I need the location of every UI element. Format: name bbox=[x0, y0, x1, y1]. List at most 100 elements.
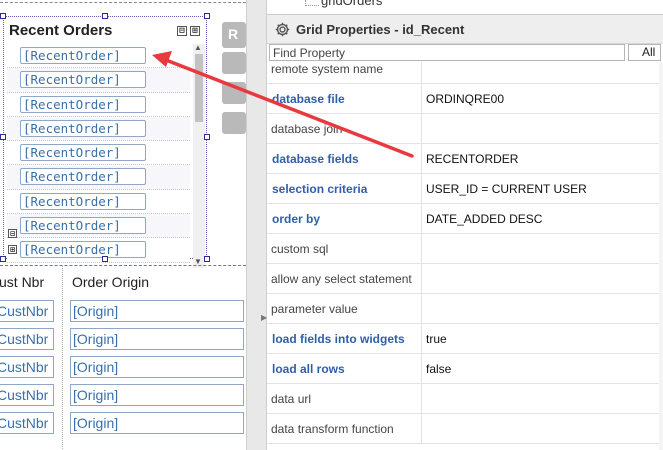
cust-nbr-field[interactable]: CustNbr bbox=[0, 356, 54, 378]
properties-panel: gridOrders Grid Properties - id_Recent A… bbox=[267, 0, 663, 450]
grid-row[interactable]: [RecentOrder] bbox=[7, 92, 190, 117]
resize-handle[interactable] bbox=[204, 256, 210, 262]
property-name: data url bbox=[267, 384, 422, 414]
property-row[interactable]: custom sql bbox=[267, 234, 659, 264]
property-row[interactable]: parameter value bbox=[267, 294, 659, 324]
origin-field[interactable]: [Origin] bbox=[70, 300, 244, 322]
property-row[interactable]: database join bbox=[267, 114, 659, 144]
gear-icon bbox=[275, 22, 290, 37]
property-row[interactable]: data transform function bbox=[267, 414, 659, 444]
cust-nbr-field[interactable]: CustNbr bbox=[0, 412, 54, 434]
property-value[interactable] bbox=[424, 384, 659, 414]
property-name: selection criteria bbox=[267, 174, 422, 204]
resize-handle[interactable] bbox=[0, 256, 6, 262]
recent-order-field[interactable]: [RecentOrder] bbox=[20, 144, 146, 162]
grid-row[interactable]: [RecentOrder] bbox=[7, 214, 190, 239]
property-value[interactable]: false bbox=[424, 354, 659, 384]
property-value[interactable]: USER_ID = CURRENT USER bbox=[424, 174, 659, 204]
gray-button[interactable] bbox=[222, 52, 246, 74]
column-header-cust-nbr[interactable]: ust Nbr bbox=[0, 274, 44, 290]
property-value[interactable]: RECENTORDER bbox=[424, 144, 659, 174]
cust-nbr-field[interactable]: CustNbr bbox=[0, 384, 54, 406]
scroll-up-icon[interactable]: ▲ bbox=[194, 43, 202, 52]
collapse-all-button[interactable]: ⊟ bbox=[177, 26, 187, 36]
grid-row[interactable]: [RecentOrder] ⊟ ⊞ bbox=[7, 229, 190, 263]
grid-row[interactable]: [RecentOrder] bbox=[7, 141, 190, 166]
gray-button[interactable] bbox=[222, 82, 246, 104]
gray-button[interactable] bbox=[222, 112, 246, 134]
property-value[interactable]: true bbox=[424, 324, 659, 354]
origin-field[interactable]: [Origin] bbox=[70, 356, 244, 378]
resize-handle[interactable] bbox=[204, 13, 210, 19]
property-name: load all rows bbox=[267, 354, 422, 384]
recent-order-field[interactable]: [RecentOrder] bbox=[20, 71, 146, 89]
resize-handle[interactable] bbox=[0, 134, 6, 140]
property-value[interactable] bbox=[424, 114, 659, 144]
recent-order-field[interactable]: [RecentOrder] bbox=[20, 241, 146, 259]
recent-order-field[interactable]: [RecentOrder] bbox=[20, 168, 146, 186]
cust-nbr-field[interactable]: CustNbr bbox=[0, 328, 54, 350]
orders-grid[interactable]: ust Nbr Order Origin CustNbr [Origin] Cust… bbox=[0, 265, 246, 450]
property-scrollbar[interactable] bbox=[659, 62, 663, 450]
property-row[interactable]: order by DATE_ADDED DESC bbox=[267, 204, 659, 234]
property-row[interactable]: database file ORDINQRE00 bbox=[267, 84, 659, 114]
resize-handle[interactable] bbox=[102, 256, 108, 262]
recent-order-field[interactable]: [RecentOrder] bbox=[20, 192, 146, 210]
resize-handle[interactable] bbox=[102, 13, 108, 19]
property-row[interactable]: remote system name bbox=[267, 62, 659, 84]
find-property-row: All bbox=[267, 44, 663, 62]
orders-row[interactable]: CustNbr [Origin] bbox=[0, 325, 246, 353]
origin-field[interactable]: [Origin] bbox=[70, 412, 244, 434]
property-row[interactable]: load all rows false bbox=[267, 354, 659, 384]
scroll-thumb[interactable] bbox=[195, 54, 203, 122]
origin-field[interactable]: [Origin] bbox=[70, 384, 244, 406]
property-value[interactable] bbox=[424, 62, 659, 84]
grid-row[interactable]: [RecentOrder] bbox=[7, 68, 190, 93]
find-property-input[interactable] bbox=[269, 44, 625, 61]
orders-row[interactable]: CustNbr [Origin] bbox=[0, 381, 246, 409]
grid-scrollbar[interactable]: ▲ ▼ bbox=[193, 43, 205, 268]
recent-order-field[interactable]: [RecentOrder] bbox=[20, 217, 146, 235]
row-collapse-icon[interactable]: ⊟ bbox=[8, 229, 17, 239]
property-row[interactable]: load fields into widgets true bbox=[267, 324, 659, 354]
property-name: database join bbox=[267, 114, 422, 144]
grid-rows: [RecentOrder] [RecentOrder] [RecentOrder][… bbox=[7, 44, 190, 263]
property-row[interactable]: data url bbox=[267, 384, 659, 414]
orders-row[interactable]: CustNbr [Origin] bbox=[0, 353, 246, 381]
property-name: allow any select statement bbox=[267, 264, 422, 294]
resize-handle[interactable] bbox=[0, 13, 6, 19]
origin-field[interactable]: [Origin] bbox=[70, 328, 244, 350]
property-value[interactable] bbox=[424, 294, 659, 324]
property-value[interactable]: DATE_ADDED DESC bbox=[424, 204, 659, 234]
orders-row[interactable]: CustNbr [Origin] bbox=[0, 297, 246, 325]
row-expand-icon[interactable]: ⊞ bbox=[8, 245, 17, 255]
property-value[interactable]: ORDINQRE00 bbox=[424, 84, 659, 114]
tree-item-grid-orders[interactable]: gridOrders bbox=[321, 0, 382, 8]
property-row[interactable]: database fields RECENTORDER bbox=[267, 144, 659, 174]
designer-canvas[interactable]: Recent Orders ⊟ ⊞ [RecentOrder] [RecentOr… bbox=[0, 0, 246, 450]
resize-handle[interactable] bbox=[204, 134, 210, 140]
grid-row[interactable]: [RecentOrder] bbox=[7, 165, 190, 190]
canvas-top-border bbox=[0, 2, 246, 3]
property-value[interactable] bbox=[424, 414, 659, 444]
expand-all-button[interactable]: ⊞ bbox=[190, 26, 200, 36]
property-row[interactable]: selection criteria USER_ID = CURRENT USER bbox=[267, 174, 659, 204]
orders-row[interactable]: CustNbr [Origin] bbox=[0, 409, 246, 437]
gray-button[interactable]: R bbox=[222, 22, 246, 48]
property-name: data transform function bbox=[267, 414, 422, 444]
property-value[interactable] bbox=[424, 264, 659, 294]
panel-splitter[interactable]: ▶ bbox=[246, 0, 267, 450]
all-button[interactable]: All bbox=[628, 44, 661, 61]
grid-row[interactable]: [RecentOrder] bbox=[7, 116, 190, 142]
column-header-order-origin[interactable]: Order Origin bbox=[72, 274, 149, 290]
recent-order-field[interactable]: [RecentOrder] bbox=[20, 47, 146, 64]
recent-orders-grid[interactable]: Recent Orders ⊟ ⊞ [RecentOrder] [RecentOr… bbox=[3, 16, 207, 268]
property-name: order by bbox=[267, 204, 422, 234]
cust-nbr-field[interactable]: CustNbr bbox=[0, 300, 54, 322]
recent-order-field[interactable]: [RecentOrder] bbox=[20, 95, 146, 113]
property-row[interactable]: allow any select statement bbox=[267, 264, 659, 294]
recent-order-field[interactable]: [RecentOrder] bbox=[20, 119, 146, 137]
grid-row[interactable]: [RecentOrder] bbox=[7, 44, 190, 69]
grid-row[interactable]: [RecentOrder] bbox=[7, 189, 190, 215]
property-value[interactable] bbox=[424, 234, 659, 264]
